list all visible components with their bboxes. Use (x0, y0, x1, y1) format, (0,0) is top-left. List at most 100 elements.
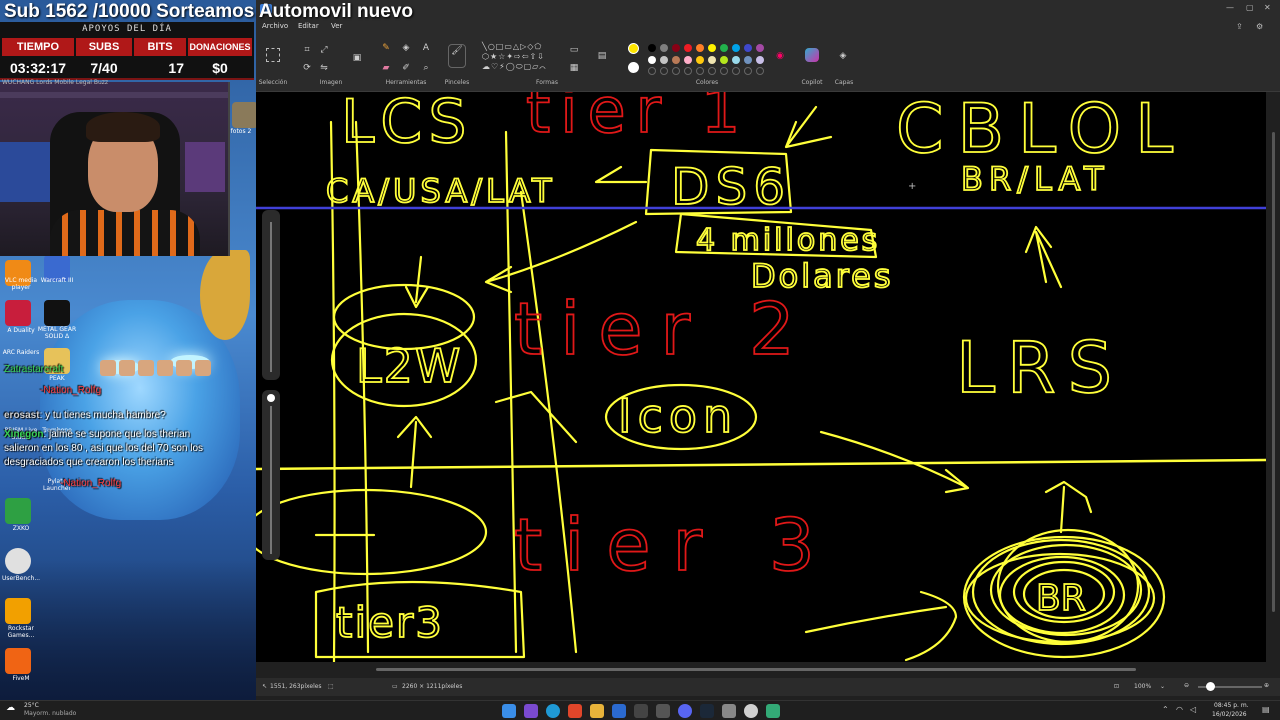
color-swatch[interactable] (696, 44, 704, 52)
volume-icon[interactable]: ◁ (1190, 705, 1196, 714)
color-swatch[interactable] (660, 56, 668, 64)
custom-color-slot[interactable] (672, 67, 680, 75)
magnifier-icon[interactable]: ⌕ (420, 62, 432, 74)
color-swatch[interactable] (672, 44, 680, 52)
taskbar-app-icon[interactable] (766, 704, 780, 718)
color-swatch[interactable] (732, 56, 740, 64)
fit-icon[interactable]: ⊡ (1114, 683, 1119, 690)
notification-icon[interactable]: ▤ (1262, 705, 1270, 714)
color-swatch[interactable] (660, 44, 668, 52)
custom-color-slot[interactable] (660, 67, 668, 75)
folder-icon[interactable] (232, 102, 256, 128)
color-swatch[interactable] (720, 56, 728, 64)
copilot-icon[interactable] (805, 48, 819, 62)
start-icon[interactable] (502, 704, 516, 718)
color-swatch[interactable] (696, 56, 704, 64)
color-swatch[interactable] (648, 56, 656, 64)
close-icon[interactable]: ✕ (1264, 3, 1271, 12)
crop-icon[interactable]: ⌗ (301, 44, 313, 56)
color-swatch[interactable] (672, 56, 680, 64)
steam-icon[interactable] (700, 704, 714, 718)
settings-taskbar-icon[interactable] (722, 704, 736, 718)
custom-color-slot[interactable] (648, 67, 656, 75)
taskbar-app-icon[interactable] (656, 704, 670, 718)
paint-taskbar-icon[interactable] (612, 704, 626, 718)
rockstar-icon[interactable] (5, 598, 31, 624)
custom-color-slot[interactable] (720, 67, 728, 75)
custom-color-slot[interactable] (732, 67, 740, 75)
clock-date[interactable]: 16/02/2026 (1212, 711, 1247, 718)
obs-icon[interactable] (634, 704, 648, 718)
resize-icon[interactable]: ⤢ (318, 44, 330, 56)
secondary-color-swatch[interactable] (628, 62, 639, 73)
chevron-down-icon[interactable]: ⌄ (1160, 683, 1165, 690)
clock-time[interactable]: 08:45 p. m. (1214, 702, 1249, 709)
zoom-out-icon[interactable]: ⊖ (1184, 682, 1189, 689)
color-swatch[interactable] (756, 56, 764, 64)
edit-colors-icon[interactable]: ◉ (774, 50, 786, 62)
maximize-icon[interactable]: ▢ (1246, 3, 1254, 12)
size-slider-panel[interactable] (262, 390, 280, 560)
file-explorer-icon[interactable] (590, 704, 604, 718)
vertical-scrollbar[interactable] (1267, 92, 1280, 662)
custom-color-slot[interactable] (744, 67, 752, 75)
image-select-icon[interactable]: ▣ (351, 52, 363, 64)
color-swatch[interactable] (744, 56, 752, 64)
duality-icon[interactable] (5, 300, 31, 326)
zxko-icon[interactable] (5, 498, 31, 524)
pencil-icon[interactable]: ✎ (380, 42, 392, 54)
rotate-icon[interactable]: ⟳ (301, 62, 313, 74)
layers-icon[interactable]: ◈ (837, 50, 849, 62)
share-icon[interactable]: ⇪ (1236, 22, 1243, 31)
metal-gear-icon[interactable] (44, 300, 70, 326)
color-swatch[interactable] (732, 44, 740, 52)
drawing-canvas[interactable]: LCS tier 1 CBLOL CA/USA/LAT BR/LAT DS6 4… (256, 92, 1266, 662)
menu-editar[interactable]: Editar (298, 22, 319, 30)
custom-color-slot[interactable] (696, 67, 704, 75)
horizontal-scrollbar[interactable] (256, 662, 1266, 676)
primary-color-swatch[interactable] (628, 43, 639, 54)
zoom-level[interactable]: 100% (1134, 683, 1151, 690)
zoom-in-icon[interactable]: ⊕ (1264, 682, 1269, 689)
color-swatch[interactable] (720, 44, 728, 52)
custom-color-slot[interactable] (684, 67, 692, 75)
custom-color-slot[interactable] (756, 67, 764, 75)
layer-icon[interactable]: ▤ (596, 50, 608, 62)
color-picker-icon[interactable]: ✐ (400, 62, 412, 74)
fill-icon[interactable]: ◈ (400, 42, 412, 54)
color-swatch[interactable] (756, 44, 764, 52)
custom-color-slot[interactable] (708, 67, 716, 75)
brush-icon[interactable]: 🖌 (448, 44, 466, 68)
brave-icon[interactable] (568, 704, 582, 718)
fivem-icon[interactable] (5, 648, 31, 674)
userbench-icon[interactable] (5, 548, 31, 574)
wifi-icon[interactable]: ◠ (1176, 705, 1183, 714)
tray-chevron-icon[interactable]: ⌃ (1162, 705, 1169, 714)
color-swatch[interactable] (684, 44, 692, 52)
outline-icon[interactable]: ▭ (568, 44, 580, 56)
group-label: Copilot (801, 79, 823, 86)
color-swatch[interactable] (648, 44, 656, 52)
weather-icon[interactable]: ☁ (6, 703, 15, 713)
minimize-icon[interactable]: — (1226, 3, 1234, 12)
text-icon[interactable]: A (420, 42, 432, 54)
menu-ver[interactable]: Ver (331, 22, 342, 30)
color-swatch[interactable] (708, 44, 716, 52)
drawn-text: tier 3 (514, 503, 837, 587)
color-swatch[interactable] (684, 56, 692, 64)
app-icon[interactable] (524, 704, 538, 718)
select-icon[interactable] (266, 48, 280, 62)
settings-icon[interactable]: ⚙ (1256, 22, 1263, 31)
chrome-icon[interactable] (744, 704, 758, 718)
eraser-icon[interactable]: ▰ (380, 62, 392, 74)
zoom-slider-handle[interactable] (1206, 682, 1215, 691)
shapes-gallery[interactable]: ╲○□▭△▷◇⬠ ⬡★☆✦⇨⇦⇧⇩ ☁♡⚡◯⬭▢▱⌒ (482, 42, 560, 74)
fill-shape-icon[interactable]: ▦ (568, 62, 580, 74)
menu-archivo[interactable]: Archivo (262, 22, 288, 30)
edge-icon[interactable] (546, 704, 560, 718)
flip-icon[interactable]: ⇋ (318, 62, 330, 74)
drawn-arrow (404, 255, 430, 309)
color-swatch[interactable] (708, 56, 716, 64)
discord-icon[interactable] (678, 704, 692, 718)
color-swatch[interactable] (744, 44, 752, 52)
